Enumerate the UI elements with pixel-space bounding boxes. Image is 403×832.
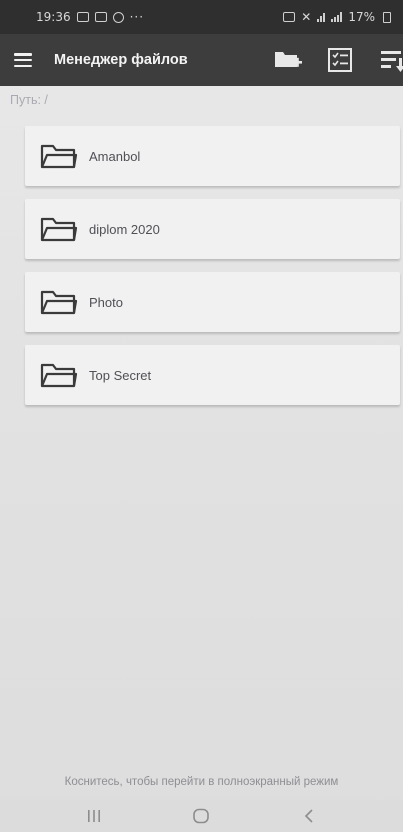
circle-icon (112, 11, 124, 23)
new-folder-icon (275, 52, 302, 67)
folder-item-photo[interactable]: Photo (25, 272, 400, 332)
status-time: 19:36 (36, 10, 71, 24)
folder-name: Amanbol (89, 148, 141, 164)
folder-item-top-secret[interactable]: Top Secret (25, 345, 400, 405)
status-right: ✕ 17% (283, 10, 391, 24)
menu-icon[interactable] (14, 53, 32, 67)
folder-icon (39, 360, 79, 390)
toolbar-actions (251, 34, 403, 86)
current-path: Путь: / (10, 93, 48, 107)
app-toolbar: Менеджер файлов (0, 34, 403, 86)
gallery-icon (76, 12, 89, 22)
nfc-icon (283, 12, 296, 22)
home-button[interactable] (181, 802, 221, 830)
wifi-icon (317, 12, 326, 22)
folder-name: Photo (89, 294, 123, 310)
sort-button[interactable] (377, 45, 403, 75)
sort-icon (381, 51, 403, 72)
select-button[interactable] (325, 45, 355, 75)
back-button[interactable] (289, 802, 329, 830)
folder-name: diplom 2020 (89, 221, 160, 237)
recent-apps-button[interactable] (74, 802, 114, 830)
app-title: Менеджер файлов (54, 52, 188, 68)
qr-icon (94, 12, 107, 22)
folder-icon (39, 214, 79, 244)
home-icon (193, 808, 210, 824)
battery-percent: 17% (348, 10, 375, 24)
file-list: Amanbol diplom 2020 Photo Top Secret (25, 126, 400, 418)
more-dots-icon: ··· (129, 10, 145, 24)
mute-icon: ✕ (301, 10, 312, 24)
folder-item-amanbol[interactable]: Amanbol (25, 126, 400, 186)
battery-icon (383, 11, 391, 23)
phone-screen: 19:36 ··· ✕ 17% Менеджер файлов Путь: / … (0, 0, 403, 832)
recent-apps-icon (87, 810, 100, 822)
status-left: 19:36 ··· (36, 10, 144, 24)
checklist-icon (328, 48, 352, 72)
folder-icon (39, 141, 79, 171)
new-folder-button[interactable] (273, 45, 303, 75)
status-bar: 19:36 ··· ✕ 17% (0, 0, 403, 34)
signal-icon (331, 12, 343, 22)
folder-icon (39, 287, 79, 317)
fullscreen-hint[interactable]: Коснитесь, чтобы перейти в полноэкранный… (0, 776, 403, 788)
navigation-bar (0, 800, 403, 832)
back-icon (305, 809, 313, 823)
folder-item-diplom-2020[interactable]: diplom 2020 (25, 199, 400, 259)
folder-name: Top Secret (89, 367, 152, 383)
